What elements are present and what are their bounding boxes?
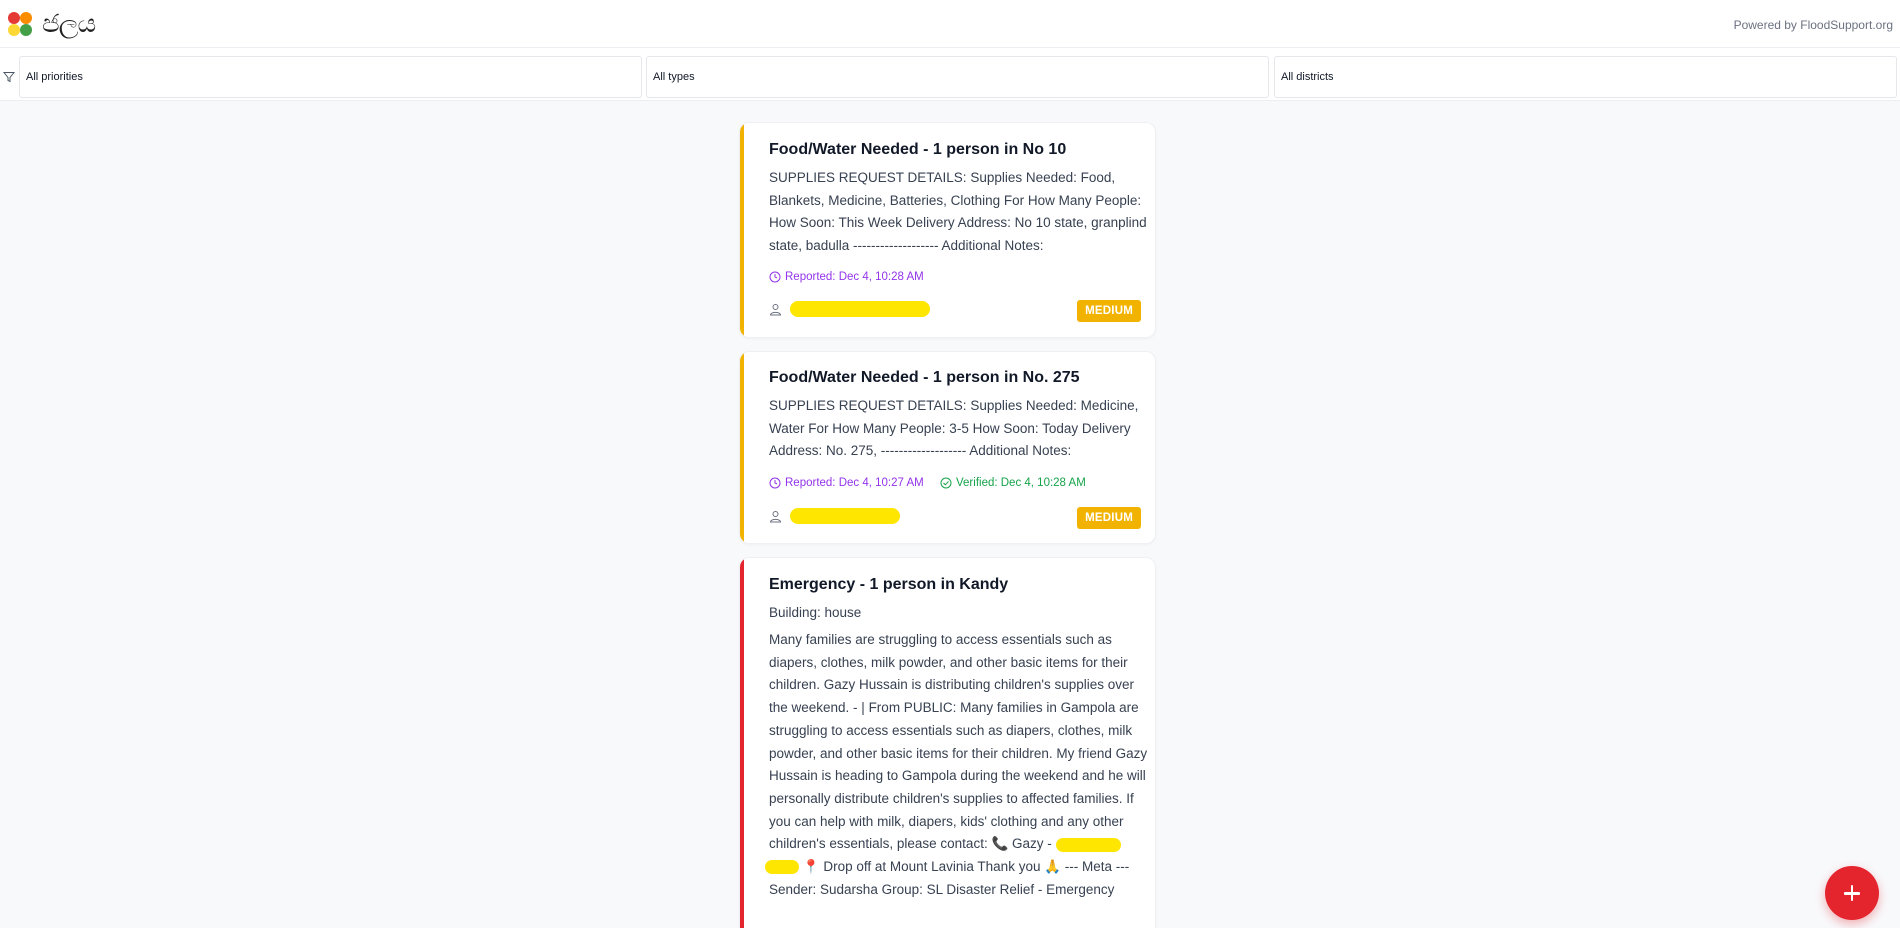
- clock-icon: [769, 477, 781, 489]
- logo-icon[interactable]: [6, 10, 36, 38]
- priority-badge: MEDIUM: [1077, 300, 1141, 322]
- priority-filter-select[interactable]: All priorities: [19, 56, 642, 98]
- redacted-phone-2: [765, 860, 799, 875]
- priority-badge: MEDIUM: [1077, 507, 1141, 529]
- clock-icon: [769, 271, 781, 283]
- verified-label: Verified: Dec 4, 10:28 AM: [956, 477, 1086, 489]
- description-part-1: Many families are struggling to access e…: [769, 632, 1148, 852]
- reporter-row: [769, 508, 900, 524]
- priority-stripe: [740, 352, 744, 543]
- redacted-name: [790, 508, 900, 524]
- building-type: Building: house: [769, 605, 862, 620]
- reporter-row: [769, 301, 930, 317]
- redacted-name: [790, 301, 930, 317]
- reported-time: Reported: Dec 4, 10:28 AM: [769, 271, 924, 283]
- card-title: Food/Water Needed - 1 person in No. 275: [769, 369, 1080, 386]
- request-card[interactable]: Emergency - 1 person in Kandy Building: …: [739, 557, 1156, 928]
- add-request-button[interactable]: [1825, 866, 1879, 920]
- user-icon: [769, 510, 782, 522]
- priority-stripe: [740, 123, 744, 337]
- check-circle-icon: [940, 477, 952, 489]
- description-part-2: 📍 Drop off at Mount Lavinia Thank you 🙏 …: [769, 859, 1130, 897]
- app-header: ජලය Powered by FloodSupport.org: [0, 0, 1900, 48]
- logo-text[interactable]: ජලය: [42, 9, 96, 39]
- reported-label: Reported: Dec 4, 10:27 AM: [785, 477, 924, 489]
- district-filter-select[interactable]: All districts: [1274, 56, 1897, 98]
- filter-icon: [3, 72, 15, 83]
- reported-label: Reported: Dec 4, 10:28 AM: [785, 271, 924, 283]
- powered-by-link[interactable]: Powered by FloodSupport.org: [1734, 18, 1893, 32]
- reported-time: Reported: Dec 4, 10:27 AM: [769, 477, 924, 489]
- request-card[interactable]: Food/Water Needed - 1 person in No. 275 …: [739, 351, 1156, 544]
- card-description: SUPPLIES REQUEST DETAILS: Supplies Neede…: [769, 170, 1147, 254]
- user-icon: [769, 303, 782, 315]
- card-title: Food/Water Needed - 1 person in No 10: [769, 141, 1067, 158]
- card-title: Emergency - 1 person in Kandy: [769, 576, 1009, 593]
- verified-time: Verified: Dec 4, 10:28 AM: [940, 477, 1086, 489]
- card-description: SUPPLIES REQUEST DETAILS: Supplies Neede…: [769, 398, 1139, 459]
- card-description: Many families are struggling to access e…: [765, 629, 1149, 901]
- priority-stripe: [740, 558, 744, 928]
- request-card[interactable]: Food/Water Needed - 1 person in No 10 SU…: [739, 122, 1156, 338]
- type-filter-select[interactable]: All types: [646, 56, 1269, 98]
- redacted-phone: [1055, 837, 1121, 852]
